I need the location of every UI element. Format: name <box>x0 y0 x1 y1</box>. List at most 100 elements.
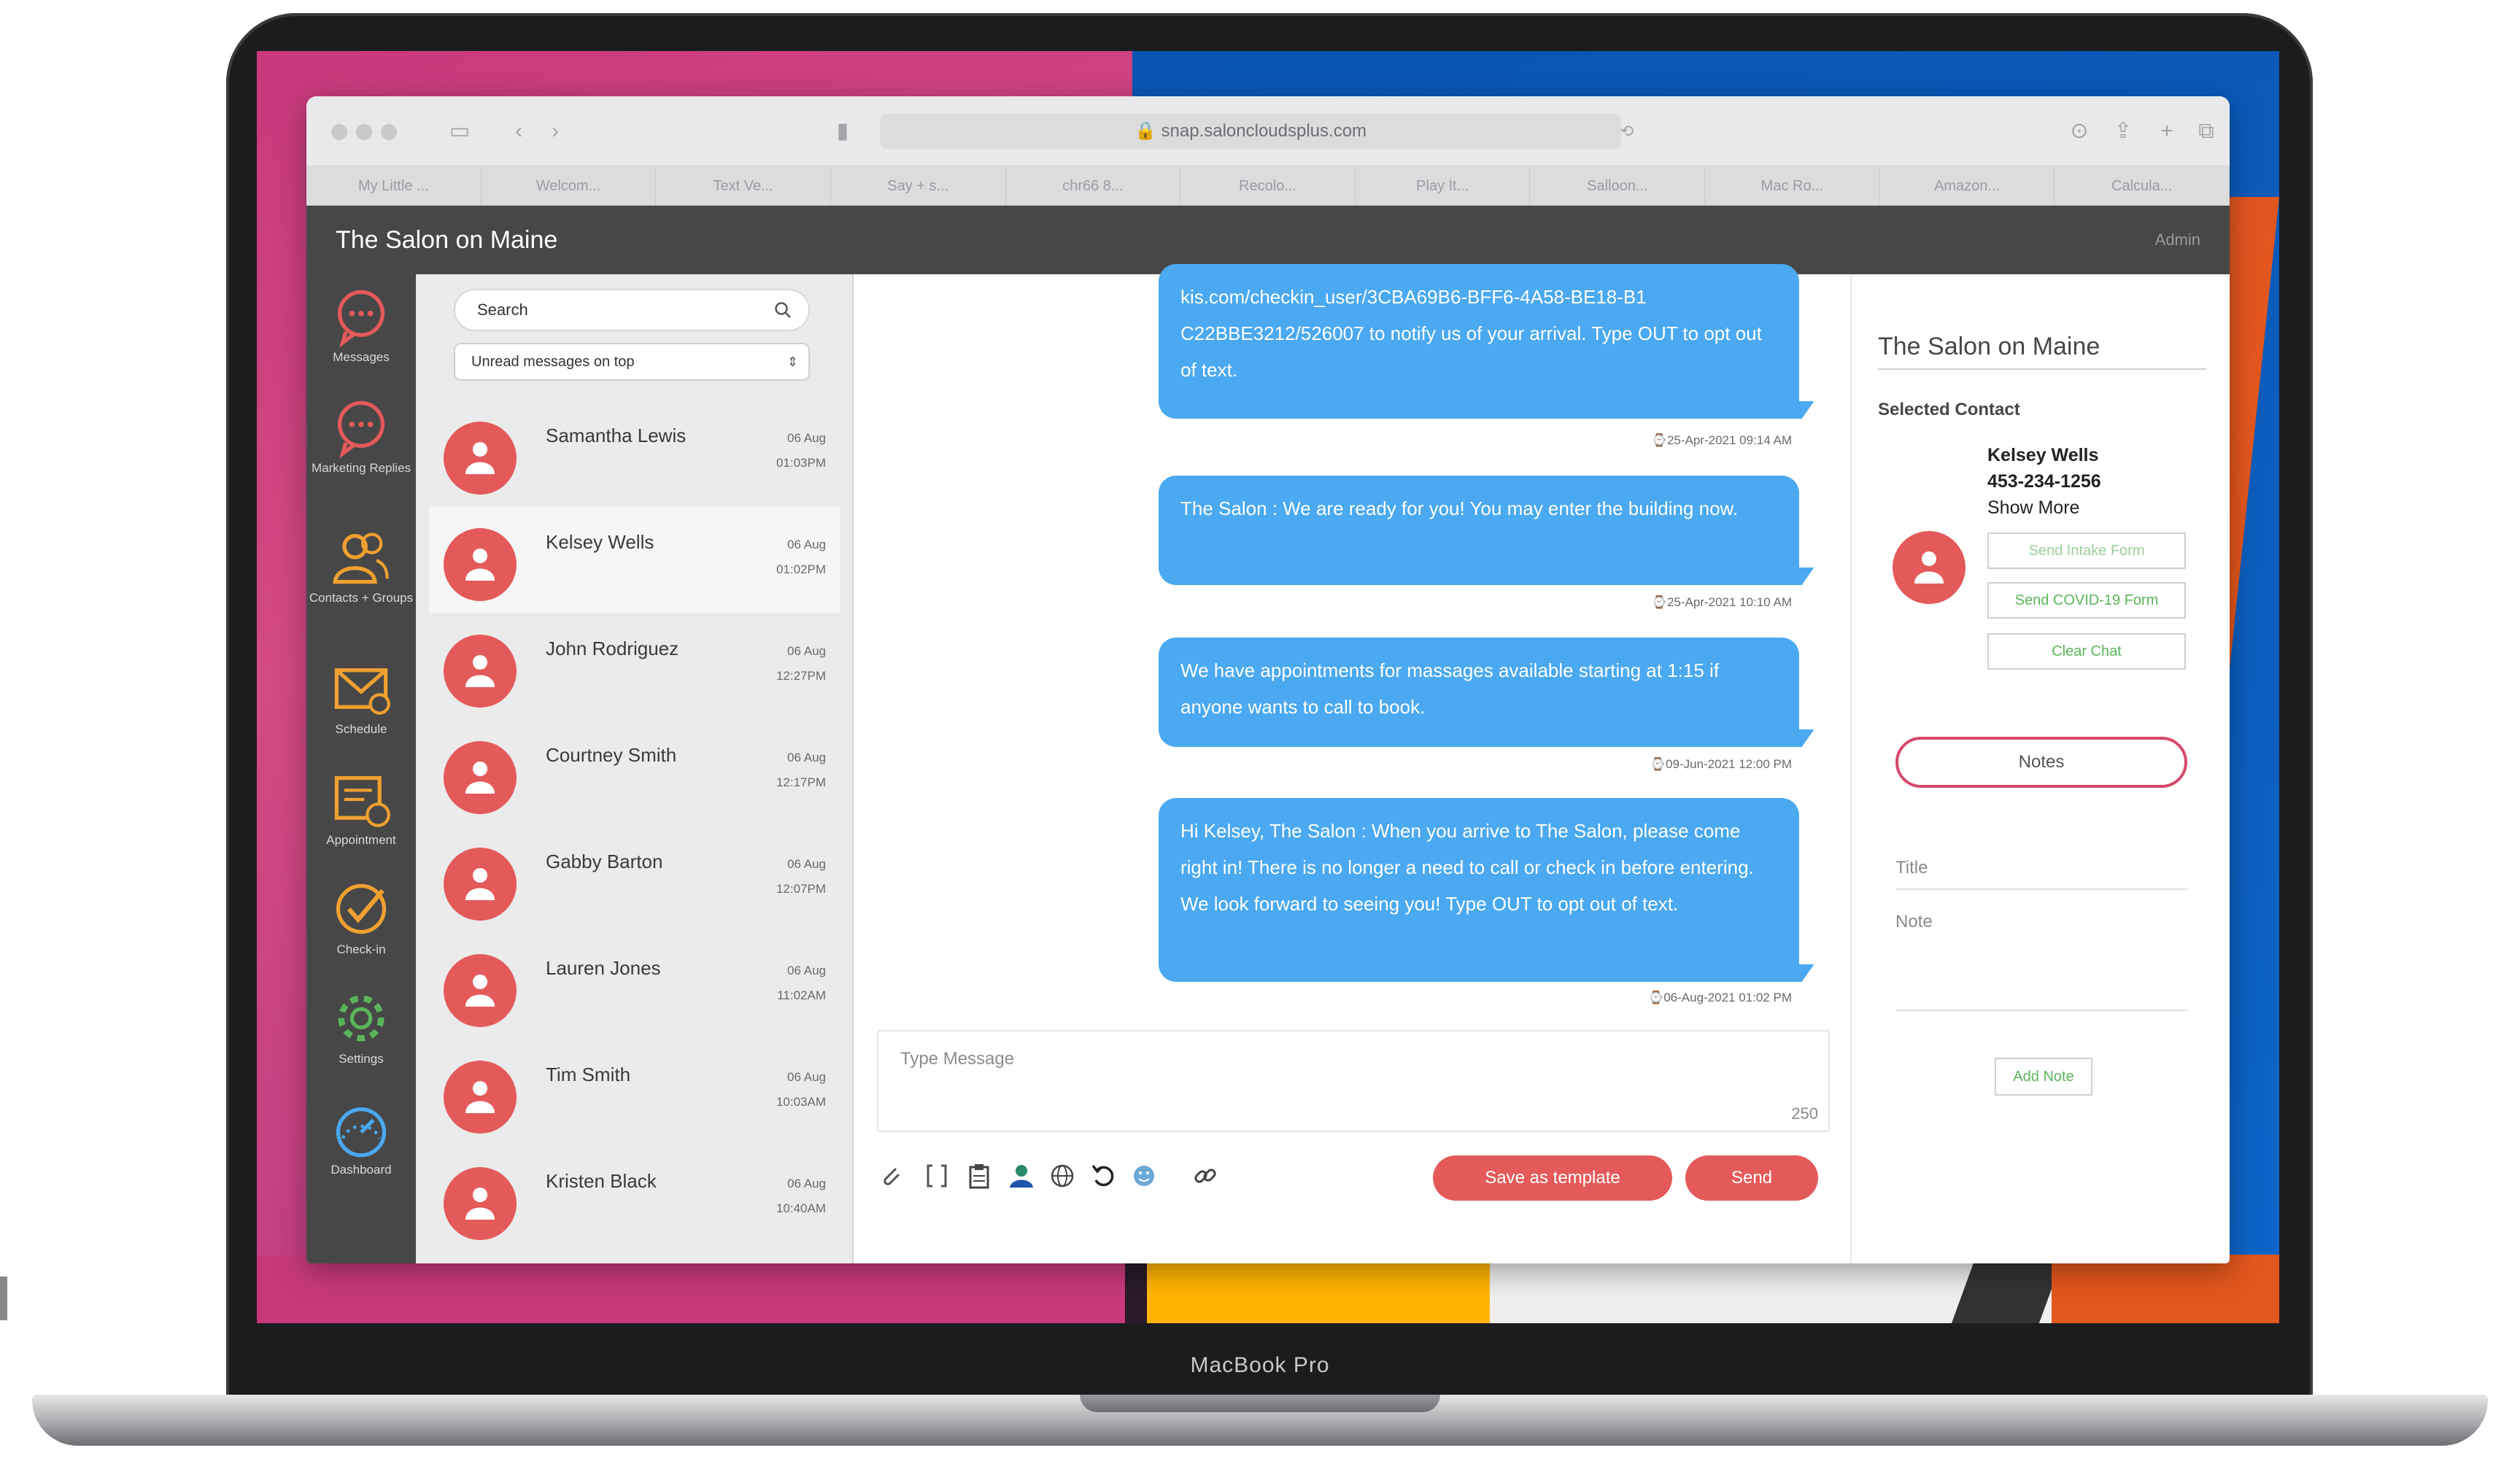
conversation-item[interactable]: Samantha Lewis 06 Aug 01:03PM <box>429 400 840 506</box>
tab-bar: My Little ... Welcom... Text Ve... Say +… <box>306 166 2230 206</box>
clear-chat-button[interactable]: Clear Chat <box>1987 633 2186 670</box>
browser-tab[interactable]: Welcom... <box>482 166 657 205</box>
avatar <box>444 1167 517 1240</box>
save-as-template-button[interactable]: Save as template <box>1433 1155 1672 1201</box>
sidebar-item-settings[interactable]: Settings <box>306 976 416 1085</box>
sidebar-item-appointment[interactable]: Appointment <box>306 757 416 867</box>
conversation-date: 06 Aug 12:17PM <box>776 751 826 789</box>
address-text: snap.saloncloudsplus.com <box>1161 121 1367 141</box>
undo-icon[interactable] <box>1089 1161 1118 1190</box>
privacy-shield-icon[interactable]: ▮ <box>832 117 854 146</box>
marketing-replies-icon <box>337 400 385 458</box>
show-more-link[interactable]: Show More <box>1987 497 2079 519</box>
send-covid-form-button[interactable]: Send COVID-19 Form <box>1987 582 2186 619</box>
notes-button[interactable]: Notes <box>1895 737 2187 788</box>
user-menu[interactable]: Admin <box>2155 206 2200 274</box>
browser-tab[interactable]: Salloon... <box>1530 166 1706 205</box>
search-input[interactable] <box>477 290 754 330</box>
message-timestamp: ⌚09-Jun-2021 12:00 PM <box>1650 757 1792 771</box>
avatar <box>444 741 517 814</box>
sort-select[interactable]: Unread messages on top ⇕ <box>454 343 810 381</box>
person-icon <box>465 442 495 474</box>
contact-card-icon[interactable] <box>1007 1161 1036 1190</box>
conversation-item[interactable]: Gabby Barton 06 Aug 12:07PM <box>429 826 840 932</box>
link-icon[interactable] <box>1191 1161 1220 1190</box>
appointment-icon <box>334 775 390 827</box>
sidebar-item-dashboard[interactable]: Dashboard <box>306 1087 416 1196</box>
conversation-item-selected[interactable]: Kelsey Wells 06 Aug 01:02PM <box>429 506 840 613</box>
wallpaper-band <box>1125 1255 1147 1323</box>
minimize-window-button[interactable] <box>356 124 372 140</box>
globe-icon[interactable] <box>1048 1161 1077 1190</box>
zoom-window-button[interactable] <box>381 124 397 140</box>
clipboard-icon[interactable] <box>965 1161 994 1190</box>
conversation-item[interactable]: John Rodriguez 06 Aug 12:27PM <box>429 613 840 719</box>
browser-tab[interactable]: Calcula... <box>2055 166 2230 205</box>
sidebar-label: Dashboard <box>331 1163 392 1177</box>
browser-tab[interactable]: Text Ve... <box>656 166 831 205</box>
share-icon[interactable]: ⇪ <box>2109 117 2138 146</box>
sidebar-item-contacts[interactable]: Contacts + Groups <box>306 515 416 624</box>
contact-avatar <box>1893 531 1966 604</box>
conversation-item[interactable]: Tim Smith 06 Aug 10:03AM <box>429 1039 840 1145</box>
message-input[interactable] <box>900 1045 1703 1074</box>
laptop-notch <box>1080 1395 1440 1412</box>
contacts-icon <box>333 532 389 584</box>
forward-icon[interactable]: › <box>544 117 566 146</box>
message-timestamp: ⌚25-Apr-2021 10:10 AM <box>1651 595 1792 609</box>
sidebar-item-messages[interactable]: Messages <box>306 274 416 384</box>
chat-panel: kis.com/checkin_user/3CBA69B6-BFF6-4A58-… <box>855 264 1850 1263</box>
add-note-button[interactable]: Add Note <box>1995 1058 2092 1096</box>
message-bubble: Hi Kelsey, The Salon : When you arrive t… <box>1159 798 1799 982</box>
sidebar-item-schedule[interactable]: Schedule <box>306 646 416 756</box>
message-bubble: The Salon : We are ready for you! You ma… <box>1159 476 1799 585</box>
tab-overview-icon[interactable]: ⧉ <box>2192 117 2221 146</box>
new-tab-icon[interactable]: + <box>2152 117 2181 146</box>
sidebar-item-check-in[interactable]: Check-in <box>306 867 416 976</box>
conversation-item[interactable]: Kristen Black 06 Aug 10:40AM <box>429 1145 840 1252</box>
sidebar-label: Messages <box>333 350 390 364</box>
main-sidebar: Messages Marketing Replies Contacts + Gr… <box>306 274 416 1263</box>
note-body-field[interactable]: Note <box>1895 912 2187 1011</box>
sort-select-value: Unread messages on top <box>471 354 635 370</box>
conversation-item[interactable]: Courtney Smith 06 Aug 12:17PM <box>429 719 840 826</box>
merge-field-icon[interactable] <box>922 1161 951 1190</box>
search-icon[interactable] <box>773 301 792 319</box>
browser-tab[interactable]: My Little ... <box>306 166 482 205</box>
browser-tab[interactable]: Play It... <box>1356 166 1531 205</box>
person-icon <box>465 868 495 900</box>
browser-tab[interactable]: Mac Ro... <box>1705 166 1880 205</box>
close-window-button[interactable] <box>331 124 347 140</box>
sidebar-label: Settings <box>339 1052 384 1066</box>
avatar <box>444 1061 517 1134</box>
conversation-item[interactable]: Lauren Jones 06 Aug 11:02AM <box>429 932 840 1039</box>
browser-tab[interactable]: Say + s... <box>831 166 1006 205</box>
panel-title: The Salon on Maine <box>1878 333 2206 370</box>
browser-tab[interactable]: Amazon... <box>1880 166 2055 205</box>
message-bubble: We have appointments for massages availa… <box>1159 638 1799 747</box>
messages-icon <box>337 290 385 347</box>
conversation-date: 06 Aug 12:07PM <box>776 857 826 896</box>
download-icon[interactable]: ⊙ <box>2065 117 2094 146</box>
avatar <box>444 528 517 601</box>
note-title-field[interactable]: Title <box>1895 858 2187 890</box>
send-intake-form-button[interactable]: Send Intake Form <box>1987 532 2186 569</box>
browser-tab[interactable]: Recolo... <box>1180 166 1356 205</box>
avatar <box>444 635 517 708</box>
conversation-date: 06 Aug 12:27PM <box>776 644 826 683</box>
send-button[interactable]: Send <box>1685 1155 1818 1201</box>
search-box <box>454 289 810 331</box>
attachment-icon[interactable] <box>877 1161 906 1190</box>
emoji-icon[interactable] <box>1129 1161 1159 1190</box>
translate-icon[interactable]: ⟲ <box>1612 117 1642 146</box>
address-bar[interactable]: 🔒 snap.saloncloudsplus.com <box>880 114 1621 149</box>
sidebar-item-marketing-replies[interactable]: Marketing Replies <box>306 385 416 495</box>
sidebar-toggle-icon[interactable]: ▭ <box>445 117 474 146</box>
sidebar-label: Schedule <box>335 722 387 736</box>
browser-tab[interactable]: chr66 8... <box>1006 166 1181 205</box>
back-icon[interactable]: ‹ <box>508 117 530 146</box>
browser-toolbar: ▭ ‹ › ▮ 🔒 snap.saloncloudsplus.com ⟲ ⊙ ⇪… <box>306 96 2230 166</box>
message-compose-box: 250 <box>877 1030 1830 1132</box>
contact-name: Courtney Smith <box>546 744 677 766</box>
contact-name: Kristen Black <box>546 1170 657 1192</box>
